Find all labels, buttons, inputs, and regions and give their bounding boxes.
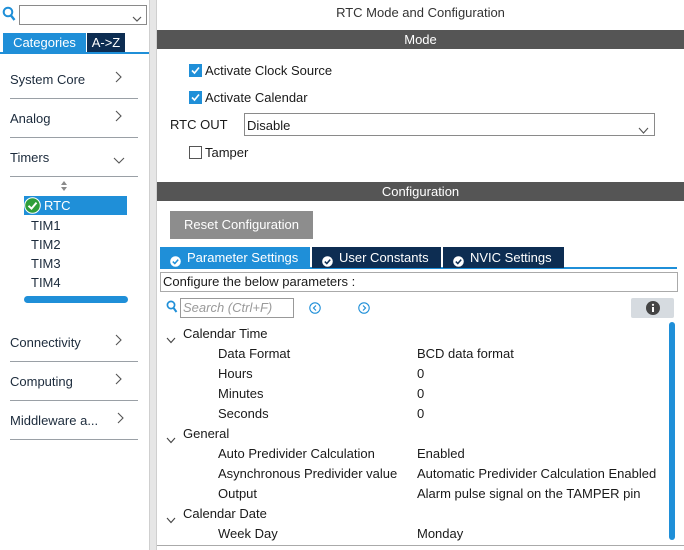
tree-item-label: TIM4 [31, 275, 61, 290]
group-label: Calendar Time [183, 326, 268, 341]
tree-item-label: RTC [44, 198, 71, 213]
category-label: Connectivity [10, 335, 81, 350]
param-value[interactable]: Monday [417, 524, 463, 544]
param-value[interactable]: 0 [417, 384, 424, 404]
rtc-out-label: RTC OUT [170, 117, 228, 132]
chevron-down-icon[interactable] [132, 11, 142, 22]
chevron-right-icon [114, 110, 122, 122]
panel-splitter[interactable] [149, 0, 157, 550]
category-search-row [0, 5, 149, 25]
rtc-out-select[interactable]: Disable [244, 113, 655, 136]
chevron-down-icon [166, 510, 176, 524]
param-name: Minutes [218, 386, 264, 401]
category-middleware[interactable]: Middleware a... [10, 402, 138, 440]
tree-item-label: TIM3 [31, 256, 61, 271]
chevron-right-icon [114, 71, 122, 83]
check-circle-icon [170, 252, 181, 267]
tamper-checkbox[interactable] [189, 146, 202, 159]
category-label: Computing [10, 374, 73, 389]
check-circle-icon [453, 252, 464, 267]
search-icon [166, 300, 178, 314]
group-label: Calendar Date [183, 506, 267, 521]
param-name: Auto Predivider Calculation [218, 446, 375, 461]
tab-nvic-settings[interactable]: NVIC Settings [443, 247, 564, 268]
tree-item-tim3[interactable]: TIM3 [24, 254, 127, 273]
category-label: Analog [10, 111, 51, 126]
category-label: Middleware a... [10, 413, 99, 428]
tree-horizontal-scrollbar[interactable] [24, 296, 128, 303]
reset-configuration-button[interactable]: Reset Configuration [170, 211, 313, 239]
next-match-icon[interactable] [358, 302, 370, 314]
tree-item-tim2[interactable]: TIM2 [24, 235, 127, 254]
parameter-search-input[interactable]: Search (Ctrl+F) [180, 298, 294, 318]
parameter-vertical-scrollbar[interactable] [669, 322, 675, 540]
param-name: Data Format [218, 346, 291, 361]
activate-calendar-checkbox[interactable] [189, 91, 202, 104]
chevron-right-icon [114, 334, 122, 346]
param-value[interactable]: Automatic Predivider Calculation Enabled [417, 464, 656, 484]
chevron-down-icon [113, 153, 125, 164]
previous-match-icon[interactable] [309, 302, 321, 314]
search-icon [2, 6, 16, 22]
param-value[interactable]: 0 [417, 364, 424, 384]
category-label: Timers [10, 150, 50, 165]
rtc-configuration-panel: RTC Mode and Configuration Mode Activate… [157, 0, 684, 550]
category-label: System Core [10, 72, 86, 87]
configuration-tabs: Parameter Settings User Constants NVIC S… [160, 246, 677, 269]
param-value[interactable]: Alarm pulse signal on the TAMPER pin [417, 484, 641, 504]
divider [157, 545, 684, 546]
category-tabs: Categories A->Z [0, 33, 149, 54]
category-timers[interactable]: Timers [10, 139, 138, 177]
activate-calendar-label: Activate Calendar [205, 90, 308, 105]
tamper-label: Tamper [205, 145, 249, 160]
param-name: Seconds [218, 406, 269, 421]
mode-header: Mode [157, 30, 684, 49]
tab-label: NVIC Settings [470, 250, 552, 265]
category-system-core[interactable]: System Core [10, 61, 138, 99]
category-computing[interactable]: Computing [10, 363, 138, 401]
chevron-right-icon [116, 412, 124, 424]
param-value[interactable]: 0 [417, 404, 424, 424]
group-label: General [183, 426, 230, 441]
tree-item-tim4[interactable]: TIM4 [24, 273, 127, 292]
param-name: Week Day [218, 526, 278, 541]
check-circle-icon [24, 197, 41, 214]
tab-parameter-settings[interactable]: Parameter Settings [160, 247, 310, 268]
chevron-down-icon [166, 430, 176, 444]
tree-item-tim1[interactable]: TIM1 [24, 216, 127, 235]
param-value[interactable]: Enabled [417, 444, 465, 464]
sort-icon[interactable] [59, 180, 69, 192]
chevron-right-icon [114, 373, 122, 385]
info-button[interactable] [631, 298, 674, 318]
activate-clock-source-checkbox[interactable] [189, 64, 202, 77]
param-name: Asynchronous Predivider value [218, 466, 398, 481]
tab-a-z[interactable]: A->Z [87, 33, 125, 52]
tab-label: User Constants [339, 250, 429, 265]
tree-item-label: TIM2 [31, 237, 61, 252]
tab-user-constants[interactable]: User Constants [312, 247, 441, 268]
chevron-down-icon [166, 330, 176, 344]
param-name: Output [218, 486, 258, 501]
panel-title: RTC Mode and Configuration [336, 5, 505, 20]
tab-categories[interactable]: Categories [3, 33, 86, 52]
category-analog[interactable]: Analog [10, 100, 138, 138]
activate-clock-source-label: Activate Clock Source [205, 63, 333, 78]
tree-item-label: TIM1 [31, 218, 61, 233]
category-search-combobox[interactable] [19, 5, 147, 25]
configure-hint: Configure the below parameters : [160, 272, 678, 292]
param-value[interactable]: BCD data format [417, 344, 514, 364]
rtc-out-value: Disable [247, 118, 291, 133]
configuration-header: Configuration [157, 182, 684, 201]
chevron-down-icon [638, 122, 649, 134]
check-circle-icon [322, 252, 333, 267]
categories-panel: Categories A->Z System Core Analog Timer… [0, 0, 149, 550]
param-name: Hours [218, 366, 253, 381]
category-connectivity[interactable]: Connectivity [10, 324, 138, 362]
tree-item-rtc[interactable]: RTC [24, 196, 127, 215]
tab-label: Parameter Settings [187, 250, 299, 265]
